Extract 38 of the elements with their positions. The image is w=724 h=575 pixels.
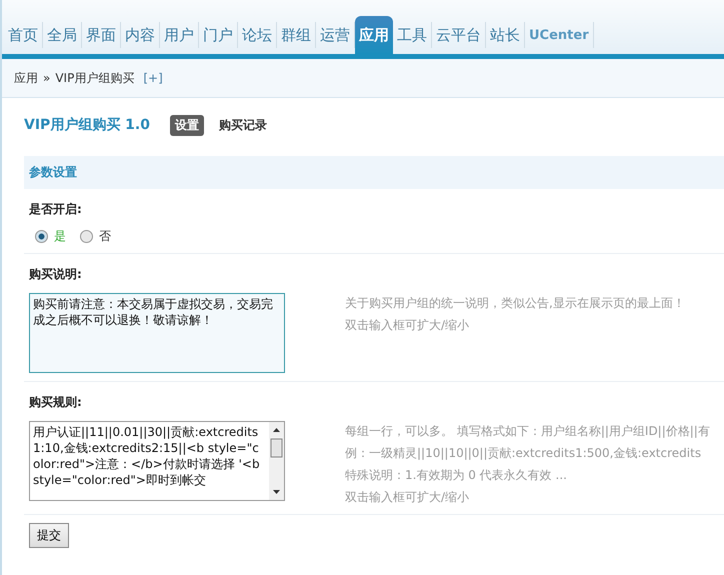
hint-text: 双击输入框可扩大/缩小	[345, 489, 470, 506]
nav-tab[interactable]: 门户	[199, 22, 238, 48]
sub-tab[interactable]: 购买记录	[214, 114, 272, 136]
section-title: 参数设置	[29, 164, 77, 181]
radio-option[interactable]: 是	[35, 228, 66, 245]
text-area[interactable]: 用户认证||11||0.01||30||贡献:extcredits1:10,金钱:extcredits2:15||<b style="color:red">注意：</b>付款时请选择 '<b style="color:red">即时到帐交	[29, 421, 285, 501]
plugin-title: VIP用户组购买 1.0	[24, 116, 150, 134]
nav-tab[interactable]: 论坛	[238, 22, 277, 48]
sub-tab[interactable]: 设置	[170, 114, 204, 136]
breadcrumb-item[interactable]: 应用	[14, 70, 38, 86]
radio-button[interactable]	[80, 230, 93, 243]
nav-tab[interactable]: 内容	[121, 22, 160, 48]
nav-tab[interactable]: 用户	[160, 22, 199, 48]
text-area[interactable]: 购买前请注意：本交易属于虚拟交易，交易完成之后概不可以退换！敬请谅解！	[29, 293, 285, 373]
add-link[interactable]: [+]	[143, 71, 163, 85]
nav-tab[interactable]: 全局	[43, 22, 82, 48]
nav-tab[interactable]: 云平台	[432, 22, 486, 48]
nav-tab[interactable]: 站长	[486, 22, 525, 48]
nav-tab[interactable]: 应用	[355, 16, 393, 54]
nav-tab[interactable]: 界面	[82, 22, 121, 48]
hint-text: 例：一级精灵||10||10||0||贡献:extcredits1:500,金钱:extcredits	[345, 445, 702, 462]
hint-text: 每组一行，可以多。 填写格式如下：用户组名称||用户组ID||价格||有	[345, 423, 710, 440]
hint-text: 双击输入框可扩大/缩小	[345, 317, 470, 334]
nav-tab[interactable]: UCenter	[525, 22, 594, 48]
nav-tab[interactable]: 首页	[4, 22, 43, 48]
breadcrumb-item[interactable]: VIP用户组购买	[55, 70, 134, 86]
radio-option[interactable]: 否	[80, 228, 111, 245]
field-label: 是否开启:	[29, 201, 83, 218]
radio-button[interactable]	[35, 230, 48, 243]
field-label: 购买规则:	[29, 394, 83, 411]
nav-tab[interactable]: 群组	[277, 22, 316, 48]
field-label: 购买说明:	[29, 266, 83, 283]
hint-text: 特殊说明：1.有效期为 0 代表永久有效 ...	[345, 467, 568, 484]
breadcrumb-separator: »	[43, 71, 50, 85]
scrollbar-icon[interactable]	[269, 422, 284, 500]
hint-text: 关于购买用户组的统一说明，类似公告,显示在展示页的最上面！	[345, 295, 685, 312]
nav-tab[interactable]: 工具	[393, 22, 432, 48]
submit-button[interactable]: 提交	[29, 523, 69, 548]
